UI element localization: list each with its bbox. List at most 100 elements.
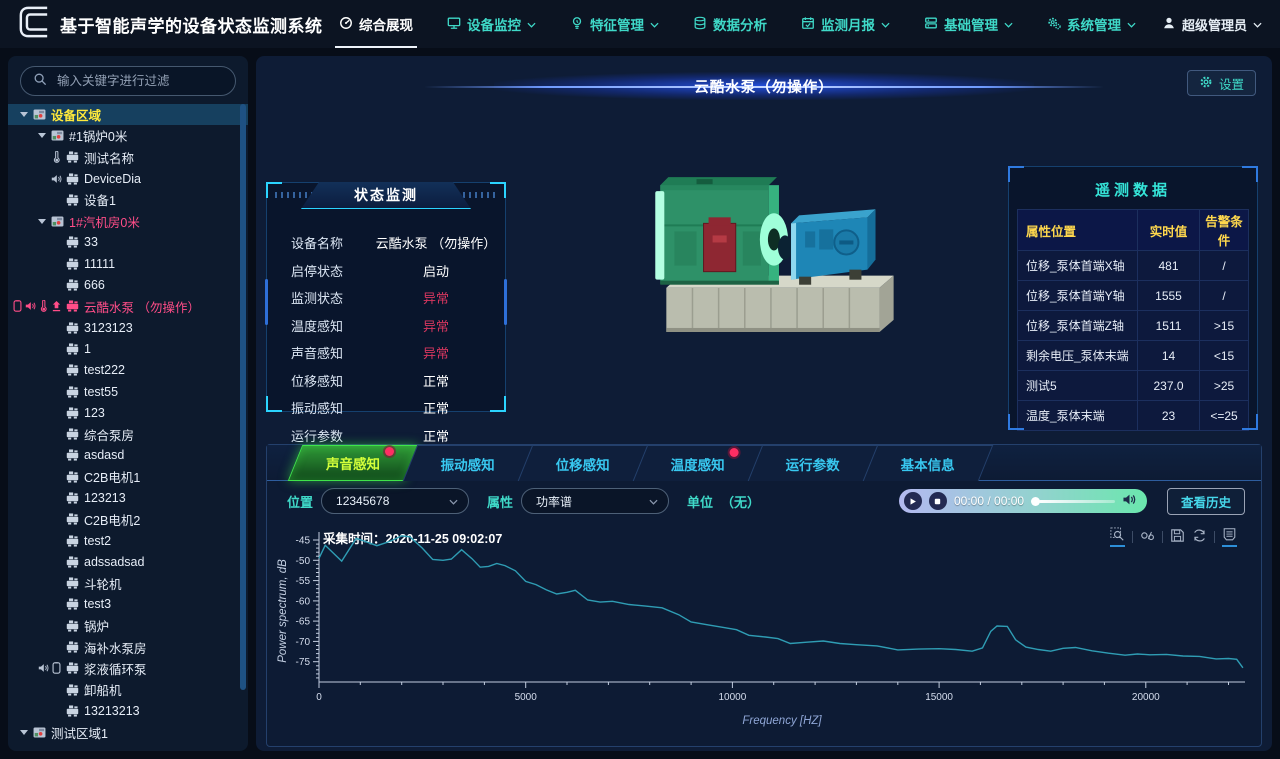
tree-item[interactable]: 浆液循环泵 bbox=[8, 658, 248, 679]
device-icon bbox=[66, 151, 79, 163]
expand-arrow-icon[interactable] bbox=[38, 133, 46, 138]
audio-time: 00:00 / 00:00 bbox=[954, 494, 1024, 508]
stop-button[interactable] bbox=[929, 492, 947, 510]
tree-item-label: 13213213 bbox=[84, 704, 140, 718]
telemetry-attr: 位移_泵体首端Y轴 bbox=[1018, 281, 1138, 311]
tree-search bbox=[20, 66, 236, 96]
tree-item-label: test222 bbox=[84, 363, 125, 377]
tree-item-label: 123 bbox=[84, 406, 105, 420]
power-spectrum-chart[interactable]: -45-50-55-60-65-70-750500010000150002000… bbox=[273, 522, 1257, 744]
app-logo-icon bbox=[18, 5, 50, 44]
tree-item-label: 云酷水泵 （勿操作） bbox=[84, 297, 200, 316]
nav-item-2[interactable]: 特征管理 bbox=[570, 0, 659, 48]
play-button[interactable] bbox=[904, 492, 922, 510]
tree-item-label: test3 bbox=[84, 597, 111, 611]
tree-item-label: 33 bbox=[84, 235, 98, 249]
sidebar-scrollbar[interactable] bbox=[240, 104, 246, 690]
nav-item-1[interactable]: 设备监控 bbox=[447, 0, 536, 48]
telemetry-table: 属性位置实时值告警条件位移_泵体首端X轴481/位移_泵体首端Y轴1555/位移… bbox=[1017, 209, 1249, 431]
status-label: 位移感知 bbox=[267, 371, 367, 390]
audio-progress-slider[interactable] bbox=[1031, 497, 1115, 506]
tree-item[interactable]: 1#汽机房0米 bbox=[8, 210, 248, 231]
chevron-down-icon bbox=[650, 22, 659, 28]
status-value: 正常 bbox=[367, 426, 505, 445]
tree-item[interactable]: DeviceDia bbox=[8, 168, 248, 189]
telemetry-row: 位移_泵体首端Z轴1511>15 bbox=[1018, 311, 1249, 341]
app-title: 基于智能声学的设备状态监测系统 bbox=[60, 12, 323, 37]
status-value: 云酷水泵 （勿操作） bbox=[367, 233, 505, 252]
expand-arrow-icon[interactable] bbox=[38, 219, 46, 224]
tree-item[interactable]: 测试名称 bbox=[8, 147, 248, 168]
expand-arrow-icon[interactable] bbox=[20, 730, 28, 735]
user-menu[interactable]: 超级管理员 bbox=[1162, 15, 1262, 34]
tree-item[interactable]: test3 bbox=[8, 594, 248, 615]
device-icon bbox=[66, 471, 79, 483]
search-input[interactable] bbox=[55, 73, 223, 89]
main-nav: 综合展现设备监控特征管理数据分析监测月报基础管理系统管理 bbox=[339, 0, 1136, 48]
tree-item[interactable]: 33 bbox=[8, 232, 248, 253]
tree-item-label: 海补水泵房 bbox=[84, 638, 147, 657]
tree-item[interactable]: 123 bbox=[8, 402, 248, 423]
nav-item-0[interactable]: 综合展现 bbox=[339, 0, 413, 48]
telemetry-condition: <15 bbox=[1200, 341, 1249, 371]
tree-item[interactable]: C2B电机1 bbox=[8, 466, 248, 487]
tree-item[interactable]: 123213 bbox=[8, 487, 248, 508]
tree-item-label: 3123123 bbox=[84, 321, 133, 335]
telemetry-condition: / bbox=[1200, 281, 1249, 311]
tree-item[interactable]: 卸船机 bbox=[8, 679, 248, 700]
search-icon bbox=[33, 72, 47, 91]
vibration-icon bbox=[51, 300, 62, 312]
tree-item[interactable]: 666 bbox=[8, 274, 248, 295]
svg-text:5000: 5000 bbox=[515, 692, 538, 703]
tree-item[interactable]: #1锅炉0米 bbox=[8, 125, 248, 146]
volume-icon[interactable] bbox=[1122, 493, 1137, 509]
tree-item[interactable]: asdasd bbox=[8, 445, 248, 466]
tree-item[interactable]: 海补水泵房 bbox=[8, 636, 248, 657]
tree-item[interactable]: 3123123 bbox=[8, 317, 248, 338]
sensor-badges bbox=[10, 296, 62, 317]
tree-item[interactable]: 测试区域1 bbox=[8, 722, 248, 743]
expand-arrow-icon[interactable] bbox=[20, 112, 28, 117]
telemetry-value: 481 bbox=[1138, 251, 1200, 281]
device-icon bbox=[66, 386, 79, 398]
settings-button[interactable]: 设置 bbox=[1187, 70, 1256, 96]
sensor-tab-1[interactable]: 振动感知 bbox=[403, 445, 534, 481]
nav-item-4[interactable]: 监测月报 bbox=[801, 0, 890, 48]
tree-item[interactable]: test2 bbox=[8, 530, 248, 551]
stop-icon bbox=[933, 497, 942, 506]
tree-item[interactable]: 设备1 bbox=[8, 189, 248, 210]
sensor-tab-2[interactable]: 位移感知 bbox=[518, 445, 649, 481]
pump-3d-model[interactable] bbox=[608, 138, 960, 356]
tree-item[interactable]: 斗轮机 bbox=[8, 573, 248, 594]
tree-item[interactable]: 云酷水泵 （勿操作） bbox=[8, 296, 248, 317]
device-icon bbox=[66, 535, 79, 547]
tree-item[interactable]: 1 bbox=[8, 338, 248, 359]
app-root: 基于智能声学的设备状态监测系统 综合展现设备监控特征管理数据分析监测月报基础管理… bbox=[0, 0, 1280, 759]
view-history-button[interactable]: 查看历史 bbox=[1167, 488, 1245, 515]
sensor-tab-3[interactable]: 温度感知 bbox=[633, 445, 764, 481]
status-value: 正常 bbox=[367, 398, 505, 417]
tree-item[interactable]: 13213213 bbox=[8, 700, 248, 721]
sensor-tab-4[interactable]: 运行参数 bbox=[748, 445, 879, 481]
tree-item[interactable]: test55 bbox=[8, 381, 248, 402]
tree-item-label: 测试区域1 bbox=[51, 723, 108, 742]
nav-item-5[interactable]: 基础管理 bbox=[924, 0, 1013, 48]
position-select[interactable]: 12345678 bbox=[321, 488, 469, 514]
tree-item[interactable]: test222 bbox=[8, 360, 248, 381]
tree-item-label: 斗轮机 bbox=[84, 574, 122, 593]
device-banner-title: 云酷水泵（勿操作） bbox=[694, 76, 834, 97]
tree-item[interactable]: 设备区域 bbox=[8, 104, 248, 125]
nav-item-6[interactable]: 系统管理 bbox=[1047, 0, 1136, 48]
attribute-select[interactable]: 功率谱 bbox=[521, 488, 669, 514]
tree-item[interactable]: adssadsad bbox=[8, 551, 248, 572]
sensor-tab-5[interactable]: 基本信息 bbox=[863, 445, 994, 481]
alert-dot bbox=[385, 447, 394, 456]
telemetry-title: 遥测数据 bbox=[1009, 179, 1257, 200]
sensor-tab-0[interactable]: 声音感知 bbox=[288, 445, 419, 481]
tree-item[interactable]: 综合泵房 bbox=[8, 423, 248, 444]
tree-item[interactable]: 锅炉 bbox=[8, 615, 248, 636]
device-icon bbox=[66, 322, 79, 334]
tree-item[interactable]: 11111 bbox=[8, 253, 248, 274]
tree-item[interactable]: C2B电机2 bbox=[8, 509, 248, 530]
nav-item-3[interactable]: 数据分析 bbox=[693, 0, 767, 48]
